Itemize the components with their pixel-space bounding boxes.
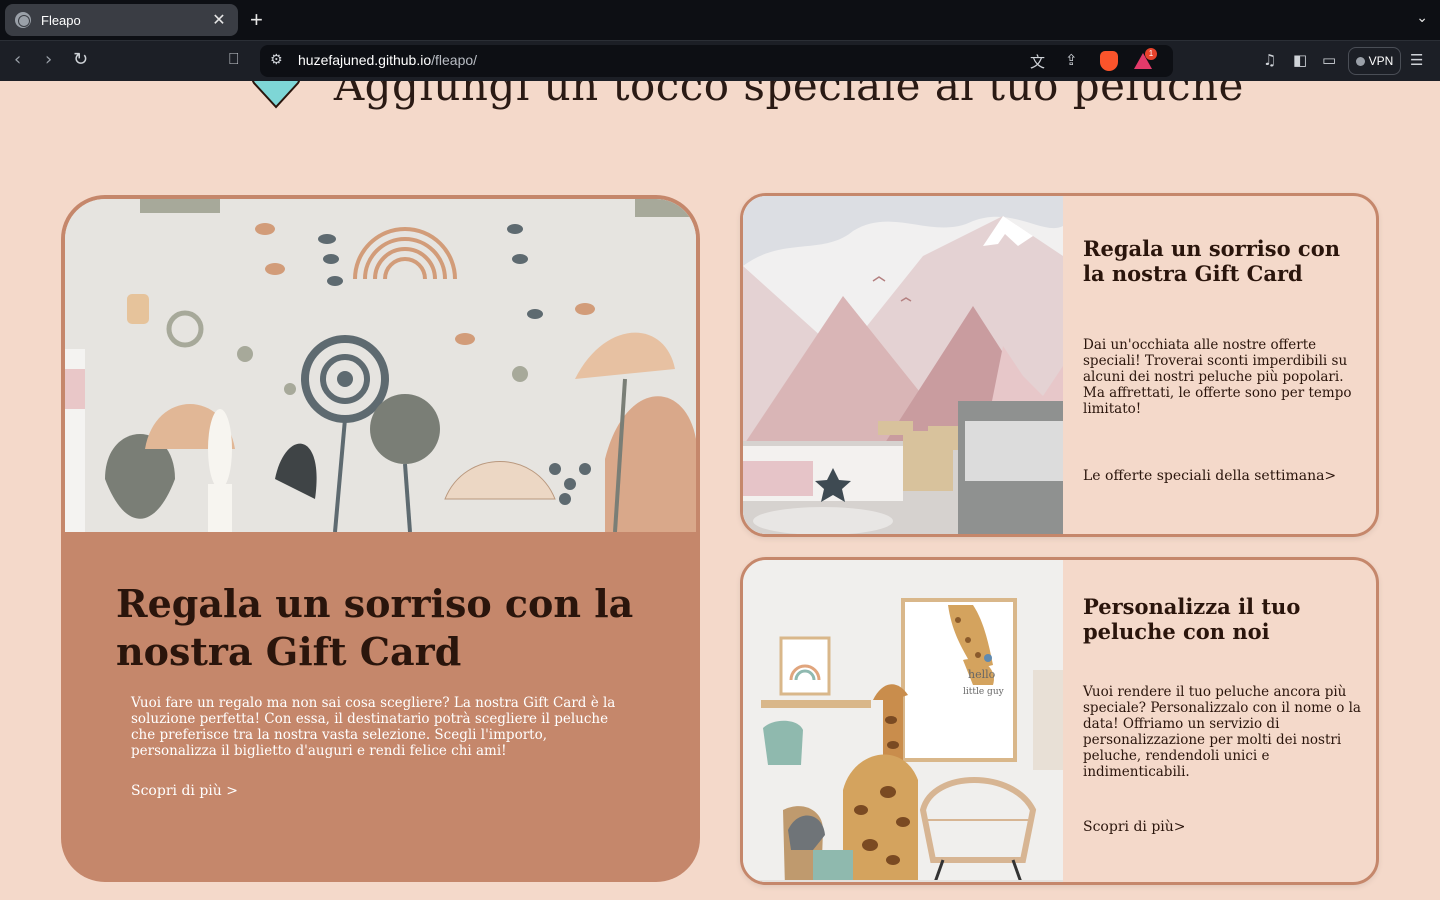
print-text-little-guy: little guy <box>963 687 1005 697</box>
personalize-description: Vuoi rendere il tuo peluche ancora più s… <box>1083 684 1361 780</box>
browser-tab-bar: Fleapo ✕ + ⌄ <box>0 0 1440 40</box>
vpn-label: VPN <box>1368 54 1394 68</box>
gift-card-title: Regala un sorriso con la nostra Gift Car… <box>116 581 634 674</box>
media-icon[interactable]: ♫ <box>1263 51 1276 69</box>
sidebar-icon[interactable]: ◧ <box>1293 51 1307 69</box>
url-text[interactable]: huzefajuned.github.io/fleapo/ <box>298 52 477 68</box>
site-settings-icon[interactable]: ⚙ <box>270 52 283 68</box>
url-path: /fleapo/ <box>431 52 478 68</box>
address-bar[interactable]: ⚙ huzefajuned.github.io/fleapo/ 文 ⇪ 1 <box>260 45 1173 77</box>
mountain-room-image <box>743 196 1063 534</box>
brave-shields-icon[interactable] <box>1100 51 1118 71</box>
menu-icon[interactable]: ☰ <box>1410 51 1423 69</box>
personalize-card: hello little guy Personalizza il tuo pel… <box>740 557 1379 885</box>
vpn-button[interactable]: VPN <box>1348 47 1401 75</box>
share-icon[interactable]: ⇪ <box>1065 51 1078 69</box>
personalize-title: Personalizza il tuo peluche con noi <box>1083 594 1301 644</box>
wallet-icon[interactable]: ▭ <box>1322 51 1336 69</box>
special-offers-link[interactable]: Le offerte speciali della settimana> <box>1083 468 1336 484</box>
browser-tab[interactable]: Fleapo ✕ <box>5 4 238 36</box>
page-title: "Aggiungi un tocco speciale al tuo peluc… <box>314 81 1264 110</box>
page-content: "Aggiungi un tocco speciale al tuo peluc… <box>0 81 1440 900</box>
special-offers-description: Dai un'occhiata alle nostre offerte spec… <box>1083 337 1352 417</box>
tab-title: Fleapo <box>41 12 81 28</box>
giraffe-room-image: hello little guy <box>743 560 1063 882</box>
close-icon[interactable]: ✕ <box>210 10 228 30</box>
gift-card-feature: Regala un sorriso con la nostra Gift Car… <box>61 195 700 882</box>
section-heading: "Aggiungi un tocco speciale al tuo peluc… <box>250 81 1264 115</box>
globe-icon <box>15 12 31 28</box>
special-offers-card: Regala un sorriso con la nostra Gift Car… <box>740 193 1379 537</box>
plus-icon[interactable]: + <box>250 8 263 32</box>
browser-toolbar: ‹ › ↻ ⎕ ⚙ huzefajuned.github.io/fleapo/ … <box>0 40 1440 81</box>
personalize-link[interactable]: Scopri di più> <box>1083 819 1186 835</box>
url-host: huzefajuned.github.io <box>298 52 432 68</box>
reload-icon[interactable]: ↻ <box>73 49 88 70</box>
special-offers-title: Regala un sorriso con la nostra Gift Car… <box>1083 236 1340 286</box>
back-icon[interactable]: ‹ <box>14 49 21 70</box>
nursery-wall-image <box>65 199 696 532</box>
gift-card-link[interactable]: Scopri di più > <box>131 783 238 799</box>
gift-card-description: Vuoi fare un regalo ma non sai cosa sceg… <box>131 695 616 759</box>
print-text-hello: hello <box>968 668 996 681</box>
vpn-status-dot <box>1355 56 1365 66</box>
chevron-down-icon[interactable]: ⌄ <box>1416 10 1428 26</box>
notification-badge: 1 <box>1145 48 1157 60</box>
heart-icon <box>252 81 300 109</box>
bookmark-icon[interactable]: ⎕ <box>229 49 239 69</box>
translate-icon[interactable]: 文 <box>1030 51 1045 72</box>
forward-icon[interactable]: › <box>45 49 52 70</box>
